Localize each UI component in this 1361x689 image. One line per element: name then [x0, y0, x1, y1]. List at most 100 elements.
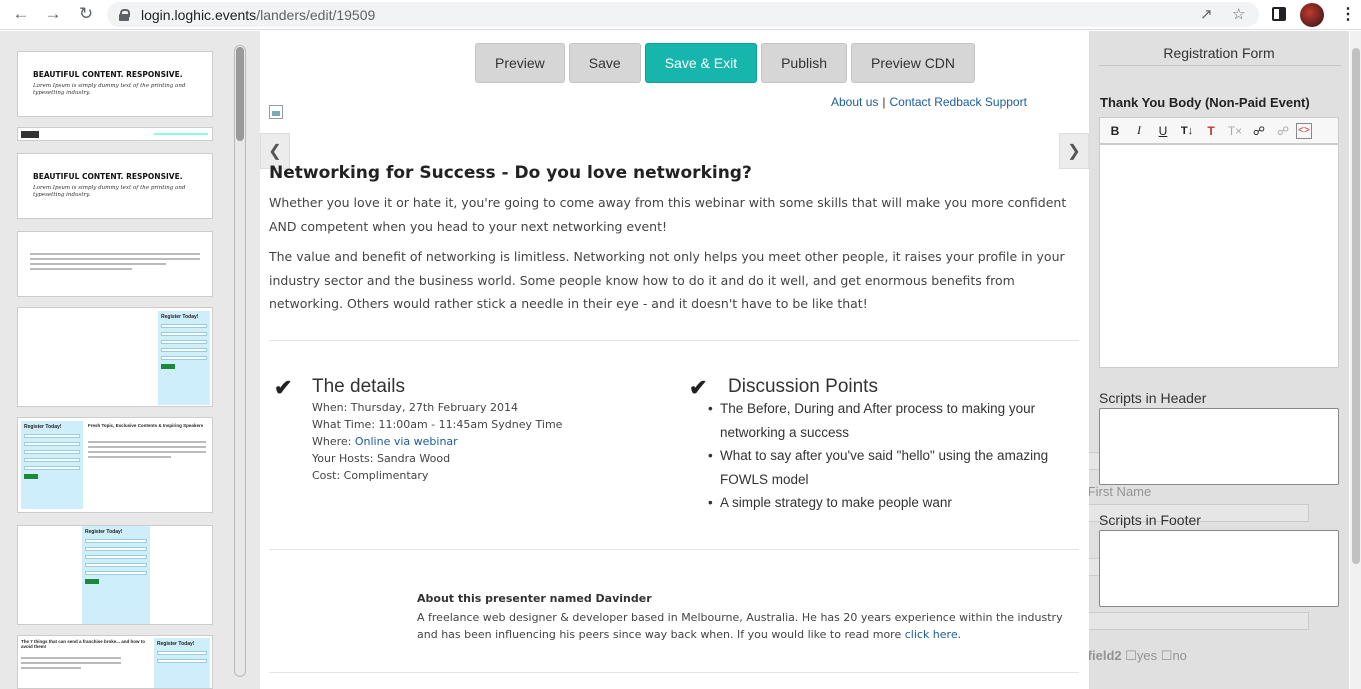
- presenter-bio: A freelance web designer & developer bas…: [417, 609, 1067, 643]
- about-us-link[interactable]: About us: [831, 95, 878, 109]
- thumbnail-title: The 7 things that can send a franchise b…: [21, 639, 146, 649]
- checkmark-icon: ✔: [274, 375, 293, 400]
- scripts-header-textarea[interactable]: [1099, 408, 1339, 485]
- thumbnail-form-title: Register Today!: [85, 529, 123, 535]
- panel-title: Registration Form: [1163, 45, 1275, 61]
- thumbnail-form-title: Register Today!: [24, 424, 62, 430]
- thumbnail-item[interactable]: BEAUTIFUL CONTENT. RESPONSIVE. Lorem Ips…: [17, 51, 213, 117]
- share-icon[interactable]: ↗: [1200, 5, 1213, 23]
- thumbnail-item[interactable]: [17, 127, 213, 141]
- list-item: A simple strategy to make people wanr: [708, 491, 1070, 515]
- template-thumbnails-sidebar: BEAUTIFUL CONTENT. RESPONSIVE. Lorem Ips…: [0, 31, 260, 689]
- yes-option: yes: [1136, 648, 1158, 663]
- field2-row: * field2 ☐yes ☐no: [1089, 648, 1187, 663]
- editor-toolbar: Preview Save Save & Exit Publish Preview…: [475, 43, 976, 83]
- underline-icon[interactable]: U: [1152, 121, 1174, 141]
- thumbnail-text-lines: [21, 654, 121, 672]
- scripts-footer-label: Scripts in Footer: [1099, 512, 1201, 528]
- scripts-footer-textarea[interactable]: [1099, 530, 1339, 607]
- webinar-link[interactable]: Online via webinar: [355, 435, 458, 448]
- url-host: login.loghic.events: [141, 6, 257, 23]
- thumbnail-mini-form: Register Today!: [154, 638, 210, 688]
- thumbnail-form-title: Register Today!: [157, 641, 195, 647]
- thumbnail-mini-form: Register Today!: [158, 311, 210, 405]
- reload-icon[interactable]: ↻: [75, 3, 97, 25]
- save-exit-button[interactable]: Save & Exit: [644, 43, 758, 83]
- forward-arrow-icon[interactable]: →: [42, 3, 64, 25]
- event-time: What Time: 11:00am - 11:45am Sydney Time: [312, 418, 563, 431]
- thumbnail-subtitle: Lorem Ipsum is simply dummy text of the …: [33, 185, 186, 198]
- presenter-bio-text: A freelance web designer & developer bas…: [417, 611, 1063, 641]
- link-icon[interactable]: ☍: [1248, 121, 1270, 141]
- thumbnail-text-lines: [30, 253, 200, 270]
- url-path: /landers/edit/19509: [256, 6, 376, 23]
- thumbnail-item[interactable]: BEAUTIFUL CONTENT. RESPONSIVE. Lorem Ips…: [17, 153, 213, 219]
- font-size-icon[interactable]: T↓: [1176, 121, 1198, 141]
- event-hosts: Your Hosts: Sandra Wood: [312, 452, 451, 465]
- scripts-header-label: Scripts in Header: [1099, 390, 1207, 406]
- where-label: Where:: [312, 435, 355, 448]
- divider: [269, 672, 1079, 673]
- thumbnail-item[interactable]: Register Today!: [17, 525, 213, 625]
- thumbnail-item[interactable]: [17, 231, 213, 297]
- discussion-points-title: Discussion Points: [728, 376, 878, 397]
- thumbnail-mini-form: Register Today!: [82, 526, 150, 624]
- intro-paragraph: Whether you love it or hate it, you're g…: [269, 195, 1067, 234]
- contact-support-link[interactable]: Contact Redback Support: [890, 95, 1027, 109]
- browser-toolbar: ← → ↻ login.loghic.events/landers/edit/1…: [0, 0, 1361, 30]
- event-location: Where: Online via webinar: [312, 433, 562, 450]
- link-separator: |: [882, 95, 886, 109]
- divider: [269, 549, 1079, 550]
- carousel-next-arrow-icon[interactable]: ❯: [1059, 133, 1089, 169]
- broken-logo-image: [269, 105, 283, 119]
- side-panel-icon[interactable]: [1272, 7, 1286, 21]
- thumbnails-scrollbar-thumb[interactable]: [236, 47, 244, 141]
- kebab-menu-icon[interactable]: ⋮: [1340, 4, 1356, 24]
- bold-icon[interactable]: B: [1104, 121, 1126, 141]
- preview-cdn-button[interactable]: Preview CDN: [851, 43, 976, 83]
- event-cost: Cost: Complimentary: [312, 469, 429, 482]
- back-arrow-icon[interactable]: ←: [10, 3, 32, 25]
- publish-button[interactable]: Publish: [761, 43, 848, 83]
- event-details: When: Thursday, 27th February 2014 What …: [312, 399, 562, 484]
- bg-form-input: [1089, 612, 1309, 630]
- thumbnail-item[interactable]: Register Today! Fresh Topic, Exclusive C…: [17, 417, 213, 513]
- landing-page-editor: Preview Save Save & Exit Publish Preview…: [260, 31, 1089, 689]
- list-item: The Before, During and After process to …: [708, 397, 1070, 444]
- thumbnail-title: BEAUTIFUL CONTENT. RESPONSIVE.: [33, 70, 183, 79]
- page-scrollbar-thumb[interactable]: [1352, 48, 1360, 564]
- thumbnail-item[interactable]: The 7 things that can send a franchise b…: [17, 635, 213, 689]
- thank-you-body-editor[interactable]: [1099, 144, 1339, 368]
- details-title: The details: [312, 376, 405, 397]
- discussion-points-list: The Before, During and After process to …: [708, 397, 1070, 515]
- page-headline: Networking for Success - Do you love net…: [269, 163, 752, 183]
- unlink-icon[interactable]: ☍: [1272, 121, 1294, 141]
- lock-icon: [119, 8, 130, 21]
- code-view-icon[interactable]: <>: [1296, 122, 1312, 139]
- thumbnail-text-lines: [88, 438, 206, 461]
- bookmark-star-icon[interactable]: ☆: [1232, 5, 1245, 23]
- thank-you-body-label: Thank You Body (Non-Paid Event): [1100, 95, 1310, 110]
- preview-button[interactable]: Preview: [475, 43, 565, 83]
- thumbnail-subtitle: Lorem Ipsum is simply dummy text of the …: [33, 83, 186, 96]
- text-color-icon[interactable]: T: [1200, 121, 1222, 141]
- read-more-link[interactable]: click here.: [905, 628, 961, 641]
- profile-avatar[interactable]: [1300, 3, 1324, 27]
- thumbnail-mini-form: Register Today!: [21, 421, 83, 509]
- presenter-title: About this presenter named Davinder: [417, 592, 652, 605]
- clear-format-icon[interactable]: T×: [1224, 121, 1246, 141]
- field2-label: field2: [1089, 648, 1122, 663]
- divider: [269, 340, 1079, 341]
- header-links: About us | Contact Redback Support: [831, 95, 1027, 109]
- thumbnail-side-title: Fresh Topic, Exclusive Contents & Inspir…: [88, 423, 204, 428]
- first-name-label: * First Name: [1089, 484, 1151, 499]
- address-bar[interactable]: login.loghic.events/landers/edit/19509: [107, 2, 1259, 27]
- thumbnail-item[interactable]: Register Today!: [17, 307, 213, 407]
- thumbnail-links: [154, 133, 208, 135]
- settings-panel: Registration Form * * First Name * * * f…: [1089, 31, 1349, 689]
- thumbnail-logo: [21, 131, 39, 138]
- save-button[interactable]: Save: [568, 43, 641, 83]
- divider: [1099, 65, 1341, 66]
- italic-icon[interactable]: I: [1128, 121, 1150, 141]
- rich-text-toolbar: B I U T↓ T T× ☍ ☍ <>: [1099, 117, 1339, 144]
